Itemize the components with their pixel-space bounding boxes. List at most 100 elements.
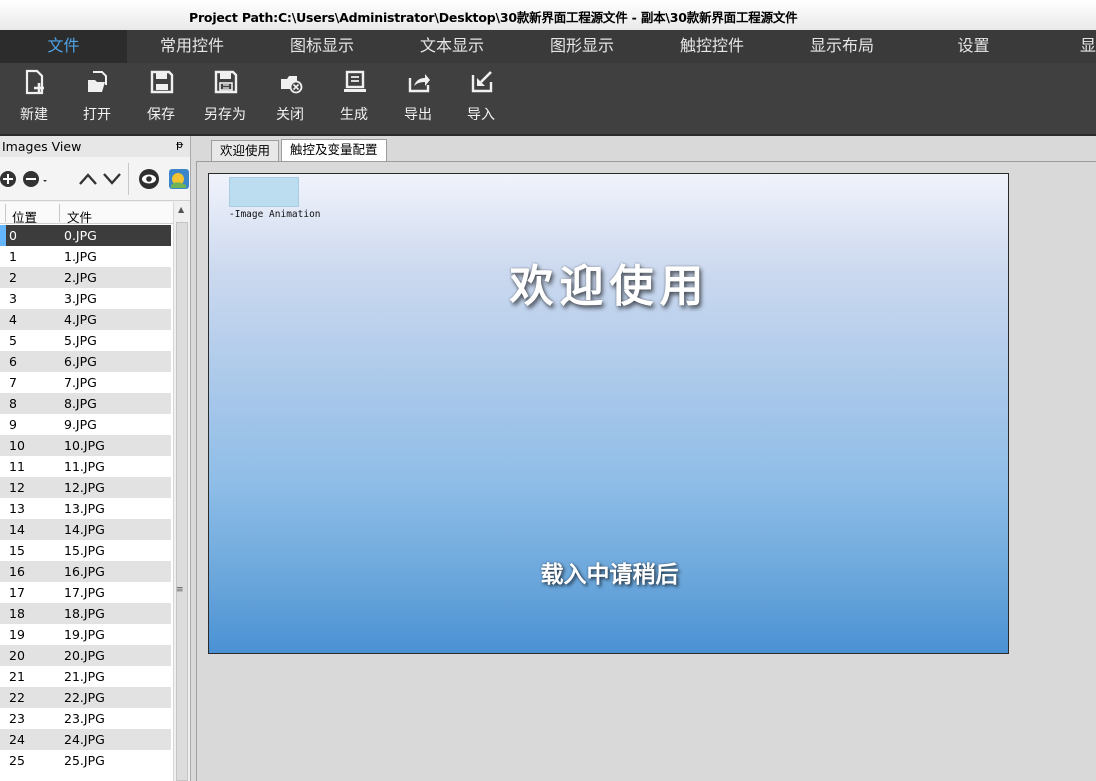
up-icon[interactable] <box>78 171 98 187</box>
build-button[interactable]: 生成 <box>325 63 383 134</box>
menu-tab-common-controls[interactable]: 常用控件 <box>127 30 257 63</box>
table-row[interactable]: 17 17.JPG <box>0 582 171 603</box>
menu-tab-settings[interactable]: 设置 <box>907 30 1040 63</box>
close-button[interactable]: 关闭 <box>261 63 319 134</box>
menu-tab-display-layout[interactable]: 显示布局 <box>777 30 907 63</box>
image-rows: 0 0.JPG 1 1.JPG 2 2.JPG 3 3.JPG 4 4.JPG 5 5.JPG 6 6.J… <box>0 225 171 771</box>
column-divider <box>59 204 60 222</box>
pin-icon[interactable]: ᵽ <box>176 138 183 151</box>
table-row[interactable]: 22 22.JPG <box>0 687 171 708</box>
table-row[interactable]: 3 3.JPG <box>0 288 171 309</box>
table-row[interactable]: 11 11.JPG <box>0 456 171 477</box>
column-header-file[interactable]: 文件 <box>67 207 92 226</box>
row-file-name: 25.JPG <box>64 753 105 768</box>
row-file-name: 14.JPG <box>64 522 105 537</box>
table-row[interactable]: 15 15.JPG <box>0 540 171 561</box>
column-header-position[interactable]: 位置 <box>12 207 37 226</box>
design-canvas[interactable]: -Image Animation 欢迎使用 载入中请稍后 <box>208 173 1009 654</box>
welcome-text[interactable]: 欢迎使用 <box>209 250 1008 314</box>
menu-tab-graphic-display[interactable]: 图形显示 <box>517 30 647 63</box>
splitter-grip-icon[interactable]: ≡ <box>176 585 184 595</box>
table-row[interactable]: 16 16.JPG <box>0 561 171 582</box>
new-button[interactable]: 新建 <box>5 63 63 134</box>
row-position: 9 <box>9 417 17 432</box>
loading-text[interactable]: 载入中请稍后 <box>209 555 1008 589</box>
row-position: 22 <box>9 690 25 705</box>
scroll-up-icon[interactable]: ▲ <box>178 205 184 214</box>
image-icon[interactable] <box>168 168 190 190</box>
row-position: 11 <box>9 459 25 474</box>
row-file-name: 1.JPG <box>64 249 97 264</box>
table-row[interactable]: 10 10.JPG <box>0 435 171 456</box>
build-icon <box>344 70 366 92</box>
open-label: 打开 <box>83 107 111 123</box>
export-label: 导出 <box>404 107 432 123</box>
add-icon[interactable] <box>0 170 18 188</box>
row-file-name: 5.JPG <box>64 333 97 348</box>
menu-tab-file[interactable]: 文件 <box>0 30 127 63</box>
row-position: 24 <box>9 732 25 747</box>
menu-tab-icon-display[interactable]: 图标显示 <box>257 30 387 63</box>
scrollbar-thumb[interactable] <box>176 222 188 781</box>
doc-tab-touch-config[interactable]: 触控及变量配置 <box>281 139 387 162</box>
row-position: 20 <box>9 648 25 663</box>
row-position: 15 <box>9 543 25 558</box>
row-file-name: 2.JPG <box>64 270 97 285</box>
export-button[interactable]: 导出 <box>389 63 447 134</box>
table-row[interactable]: 19 19.JPG <box>0 624 171 645</box>
row-position: 13 <box>9 501 25 516</box>
row-position: 14 <box>9 522 25 537</box>
save-button[interactable]: 保存 <box>132 63 190 134</box>
table-row[interactable]: 9 9.JPG <box>0 414 171 435</box>
row-file-name: 23.JPG <box>64 711 105 726</box>
doc-tab-welcome[interactable]: 欢迎使用 <box>211 140 280 161</box>
table-row[interactable]: 13 13.JPG <box>0 498 171 519</box>
open-button[interactable]: 打开 <box>68 63 126 134</box>
table-row[interactable]: 7 7.JPG <box>0 372 171 393</box>
table-row[interactable]: 14 14.JPG <box>0 519 171 540</box>
table-row[interactable]: 12 12.JPG <box>0 477 171 498</box>
row-file-name: 20.JPG <box>64 648 105 663</box>
images-view-panel: Images View ᵽ 位置 文件 0 0.JPG 1 1.JPG 2 2.… <box>0 136 191 781</box>
table-row[interactable]: 1 1.JPG <box>0 246 171 267</box>
table-row[interactable]: 18 18.JPG <box>0 603 171 624</box>
images-view-toolbar <box>0 157 190 201</box>
eye-icon[interactable] <box>138 168 160 190</box>
row-file-name: 21.JPG <box>64 669 105 684</box>
table-row[interactable]: 0 0.JPG <box>0 225 171 246</box>
table-row[interactable]: 5 5.JPG <box>0 330 171 351</box>
menu-tab-touch-controls[interactable]: 触控控件 <box>647 30 777 63</box>
menu-tab-text-display[interactable]: 文本显示 <box>387 30 517 63</box>
row-file-name: 22.JPG <box>64 690 105 705</box>
table-row[interactable]: 24 24.JPG <box>0 729 171 750</box>
table-row[interactable]: 25 25.JPG <box>0 750 171 771</box>
row-position: 6 <box>9 354 17 369</box>
images-table: 位置 文件 0 0.JPG 1 1.JPG 2 2.JPG 3 3.JPG 4 4.JPG 5 5.J… <box>0 202 190 781</box>
images-scrollbar[interactable]: ▲ <box>173 202 190 781</box>
table-row[interactable]: 8 8.JPG <box>0 393 171 414</box>
row-file-name: 3.JPG <box>64 291 97 306</box>
save-as-icon <box>214 70 238 94</box>
save-label: 保存 <box>147 107 175 123</box>
table-row[interactable]: 20 20.JPG <box>0 645 171 666</box>
table-row[interactable]: 6 6.JPG <box>0 351 171 372</box>
table-row[interactable]: 21 21.JPG <box>0 666 171 687</box>
image-animation-widget[interactable] <box>229 177 299 207</box>
import-button[interactable]: 导入 <box>452 63 510 134</box>
down-icon[interactable] <box>102 171 122 187</box>
table-row[interactable]: 2 2.JPG <box>0 267 171 288</box>
row-position: 23 <box>9 711 25 726</box>
row-file-name: 11.JPG <box>64 459 105 474</box>
remove-icon[interactable] <box>22 170 52 188</box>
toolbar-divider <box>128 163 129 195</box>
row-file-name: 24.JPG <box>64 732 105 747</box>
table-row[interactable]: 4 4.JPG <box>0 309 171 330</box>
save-as-button[interactable]: 另存为 <box>196 63 254 134</box>
row-position: 4 <box>9 312 17 327</box>
close-label: 关闭 <box>276 107 304 123</box>
new-label: 新建 <box>20 107 48 123</box>
row-position: 0 <box>9 228 17 243</box>
workspace-border <box>196 161 197 781</box>
menu-tab-more[interactable]: 显 <box>1080 30 1096 63</box>
table-row[interactable]: 23 23.JPG <box>0 708 171 729</box>
